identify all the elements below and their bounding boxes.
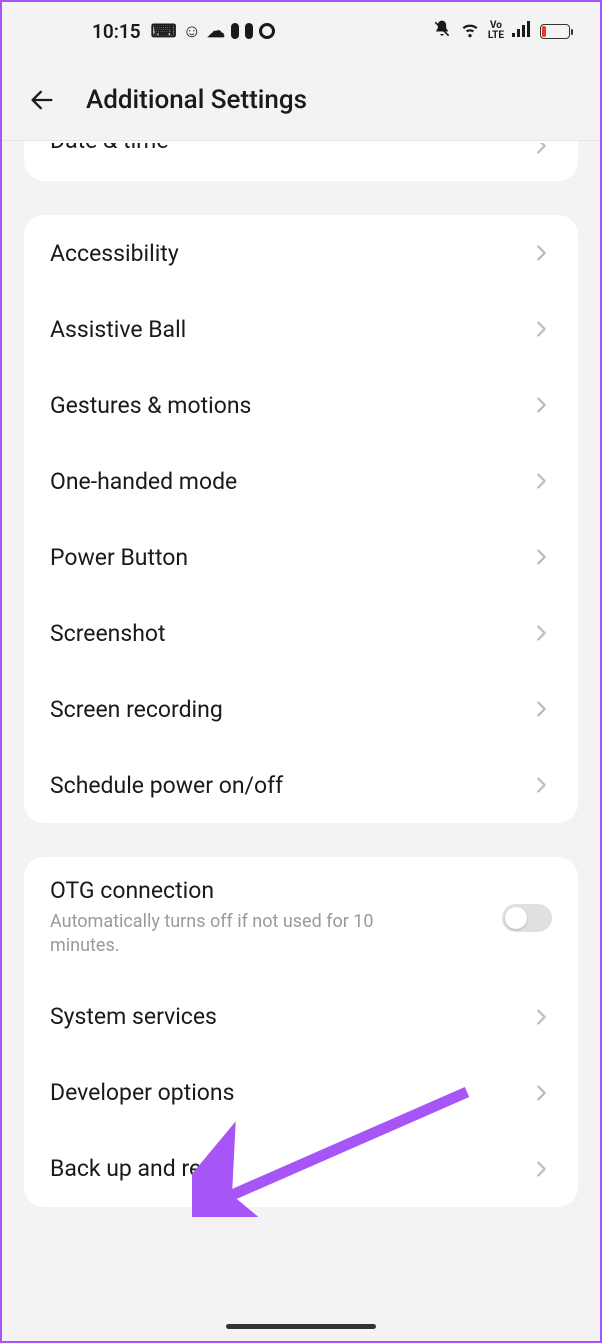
otg-toggle[interactable] (502, 904, 552, 932)
row-label: Back up and reset (50, 1155, 530, 1182)
row-label: Schedule power on/off (50, 772, 530, 799)
row-screenshot[interactable]: Screenshot (24, 595, 578, 671)
row-gestures-motions[interactable]: Gestures & motions (24, 367, 578, 443)
cloud-icon: ☁ (207, 21, 225, 42)
settings-scroll[interactable]: Date & time Accessibility Assistive Ball… (2, 140, 600, 1341)
row-label: One-handed mode (50, 468, 530, 495)
signal-icon (512, 21, 532, 42)
mute-icon (432, 19, 452, 44)
chevron-right-icon (530, 622, 552, 644)
settings-group-accessibility: Accessibility Assistive Ball Gestures & … (24, 215, 578, 823)
status-time: 10:15 (92, 20, 141, 43)
settings-group-system: OTG connection Automatically turns off i… (24, 857, 578, 1207)
chevron-right-icon (530, 470, 552, 492)
pill-icon (231, 23, 239, 39)
keyboard-icon: ⌨ (151, 21, 177, 42)
row-label: Screen recording (50, 696, 530, 723)
status-left-icons: ⌨ ☺ ☁ (151, 21, 275, 42)
row-system-services[interactable]: System services (24, 979, 578, 1055)
chevron-right-icon (530, 1082, 552, 1104)
back-button[interactable] (26, 84, 58, 116)
wifi-icon (460, 19, 480, 44)
chevron-right-icon (530, 698, 552, 720)
chevron-right-icon (530, 1158, 552, 1180)
chevron-right-icon (530, 1006, 552, 1028)
row-schedule-power[interactable]: Schedule power on/off (24, 747, 578, 823)
row-otg-connection[interactable]: OTG connection Automatically turns off i… (24, 857, 578, 979)
row-label: Developer options (50, 1079, 530, 1106)
row-label: Power Button (50, 544, 530, 571)
row-accessibility[interactable]: Accessibility (24, 215, 578, 291)
row-label: Assistive Ball (50, 316, 530, 343)
chevron-right-icon (530, 546, 552, 568)
row-assistive-ball[interactable]: Assistive Ball (24, 291, 578, 367)
row-label: OTG connection (50, 877, 502, 904)
row-label: Screenshot (50, 620, 530, 647)
volte-icon: VoLTE (488, 21, 504, 41)
circle-icon (259, 23, 275, 39)
chevron-right-icon (530, 394, 552, 416)
settings-group-datetime: Date & time (24, 141, 578, 181)
row-label: System services (50, 1003, 530, 1030)
row-date-time[interactable]: Date & time (24, 143, 578, 181)
row-one-handed-mode[interactable]: One-handed mode (24, 443, 578, 519)
battery-low-icon (540, 24, 570, 39)
row-label: Gestures & motions (50, 392, 530, 419)
page-title: Additional Settings (86, 85, 307, 115)
row-power-button[interactable]: Power Button (24, 519, 578, 595)
row-label: Date & time (50, 143, 530, 154)
pill-icon-2 (245, 23, 253, 39)
row-backup-reset[interactable]: Back up and reset (24, 1131, 578, 1207)
row-developer-options[interactable]: Developer options (24, 1055, 578, 1131)
title-bar: Additional Settings (2, 60, 600, 140)
row-screen-recording[interactable]: Screen recording (24, 671, 578, 747)
status-bar: 10:15 ⌨ ☺ ☁ VoLTE (2, 2, 600, 60)
row-sublabel: Automatically turns off if not used for … (50, 910, 430, 959)
home-indicator[interactable] (226, 1324, 376, 1329)
chevron-right-icon (530, 318, 552, 340)
chevron-right-icon (530, 242, 552, 264)
chevron-right-icon (530, 774, 552, 796)
row-label: Accessibility (50, 240, 530, 267)
chevron-right-icon (530, 143, 552, 157)
antenna-icon: ☺ (183, 21, 201, 42)
